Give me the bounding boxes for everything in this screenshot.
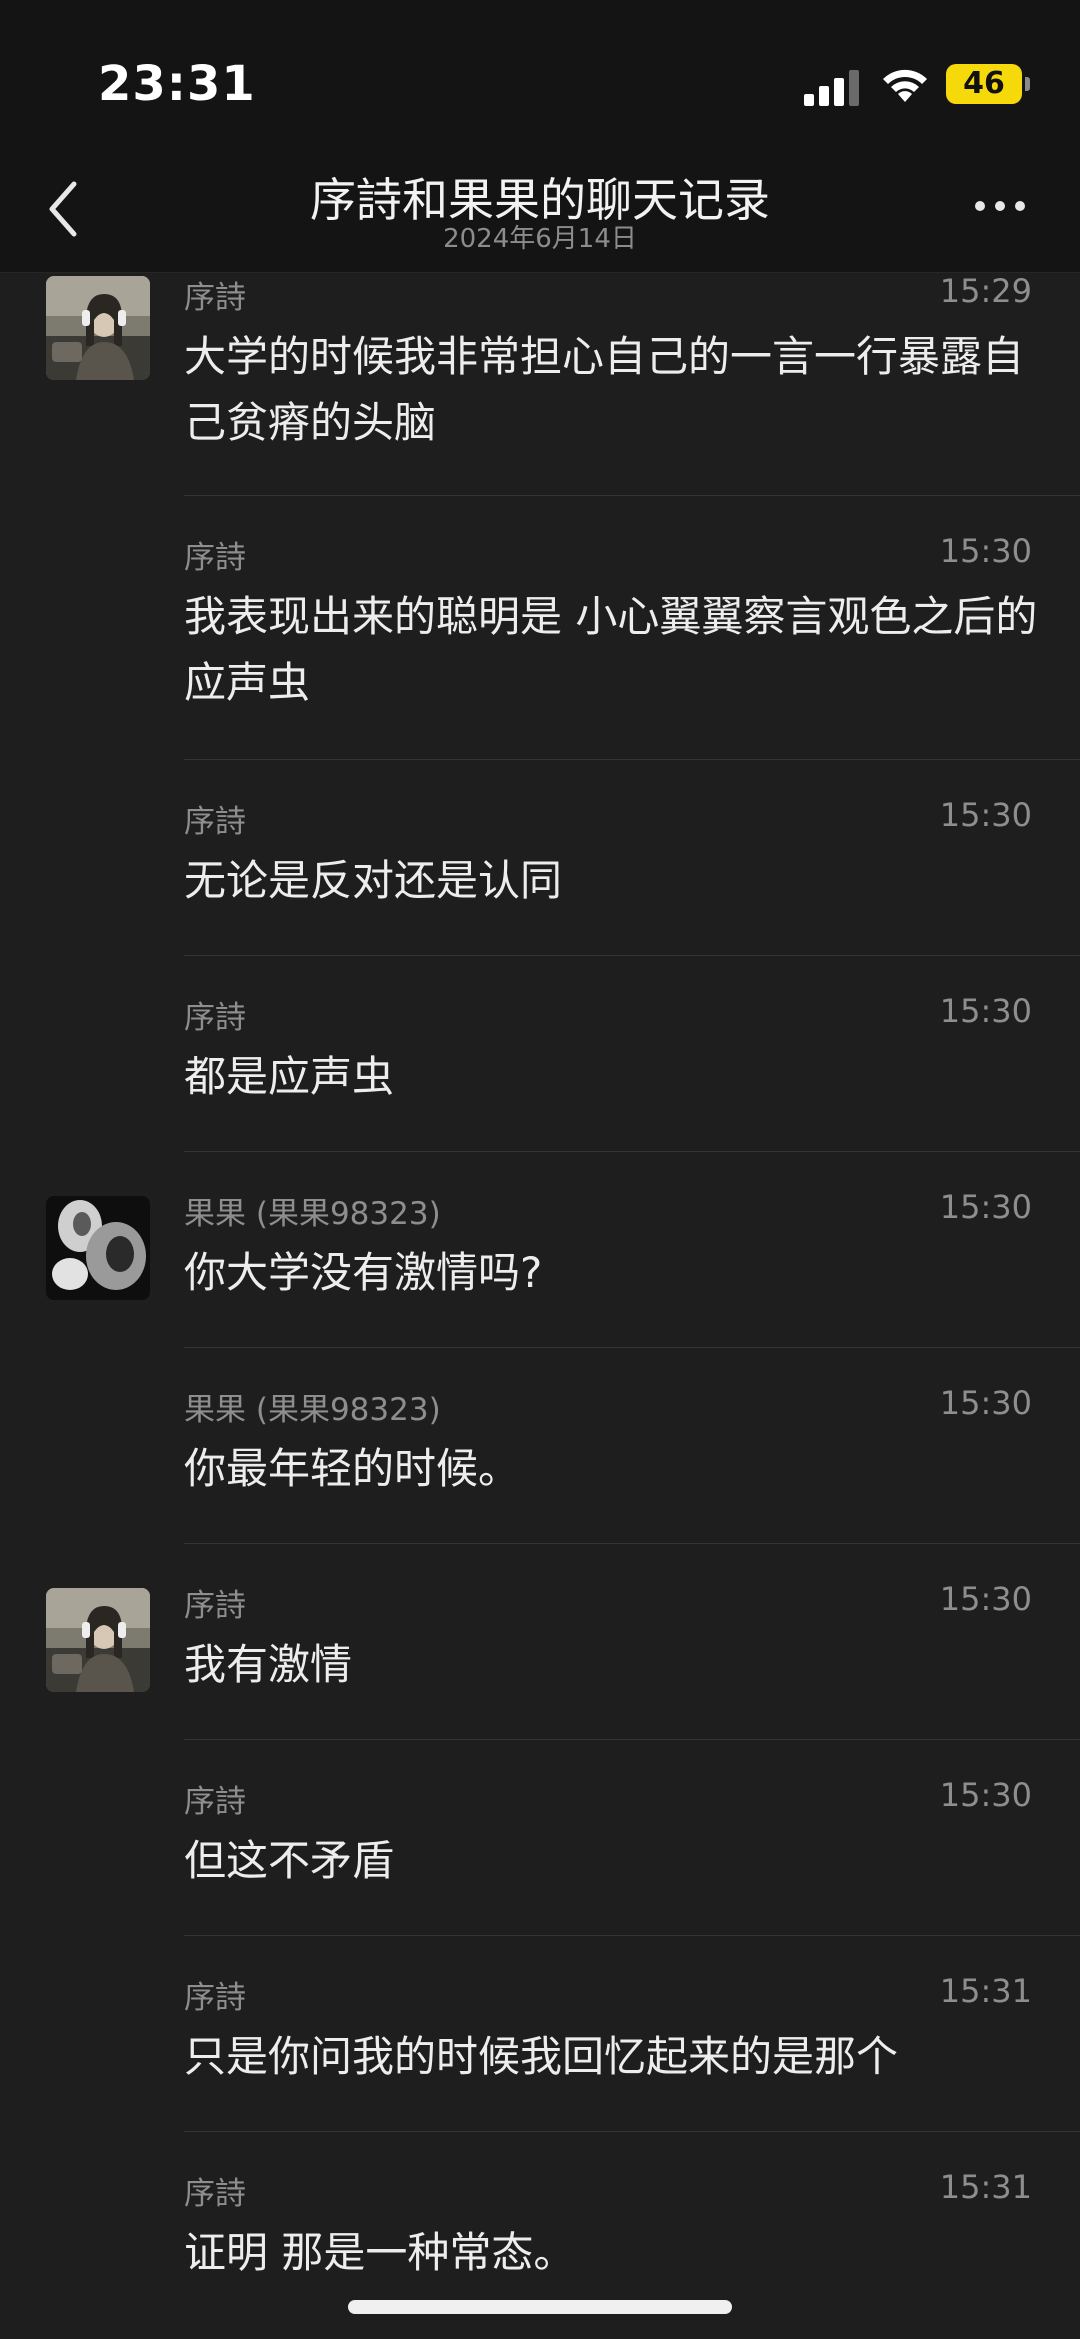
message-time: 15:29: [939, 272, 1032, 310]
message-text: 都是应声虫: [184, 1052, 395, 1101]
status-time: 23:31: [98, 56, 256, 112]
message-text: 大学的时候我非常担心自己的一言一行暴露自己贫瘠的头脑: [184, 332, 1025, 447]
message-sender: 果果 (果果98323): [184, 1196, 441, 1232]
message-time: 15:30: [939, 1384, 1032, 1422]
message-time: 15:30: [939, 1776, 1032, 1814]
chat-message[interactable]: 序詩 15:30 我有激情: [0, 1544, 1080, 1740]
message-sender: 序詩: [184, 1000, 246, 1036]
message-text: 但这不矛盾: [184, 1836, 395, 1885]
status-bar: 23:31 46: [0, 0, 1080, 160]
message-time: 15:30: [939, 1188, 1032, 1226]
message-text: 你大学没有激情吗?: [184, 1248, 543, 1297]
avatar-photo-xushi: [46, 276, 150, 380]
message-sender: 序詩: [184, 280, 246, 316]
chat-message[interactable]: 果果 (果果98323) 15:30 你最年轻的时候。: [0, 1348, 1080, 1544]
more-options-icon[interactable]: [972, 196, 1028, 216]
avatar[interactable]: [46, 1196, 150, 1300]
chat-history-list[interactable]: 序詩 15:29 大学的时候我非常担心自己的一言一行暴露自己贫瘠的头脑 序詩 1…: [0, 272, 1080, 2339]
chat-message[interactable]: 序詩 15:30 无论是反对还是认同: [0, 760, 1080, 956]
message-text: 无论是反对还是认同: [184, 856, 563, 905]
message-sender: 序詩: [184, 1588, 246, 1624]
chat-message[interactable]: 序詩 15:30 都是应声虫: [0, 956, 1080, 1152]
message-sender: 序詩: [184, 540, 246, 576]
message-text: 我表现出来的聪明是 小心翼翼察言观色之后的应声虫: [184, 592, 1038, 707]
avatar[interactable]: [46, 1588, 150, 1692]
page-subtitle-date: 2024年6月14日: [443, 224, 637, 254]
message-sender: 序詩: [184, 1784, 246, 1820]
message-time: 15:30: [939, 992, 1032, 1030]
avatar-photo-xushi: [46, 1588, 150, 1692]
message-time: 15:31: [939, 1972, 1032, 2010]
message-text: 我有激情: [184, 1640, 353, 1689]
chat-message[interactable]: 序詩 15:31 只是你问我的时候我回忆起来的是那个: [0, 1936, 1080, 2132]
message-time: 15:30: [939, 532, 1032, 570]
chat-message[interactable]: 序詩 15:31 证明 那是一种常态。: [0, 2132, 1080, 2328]
nav-bar: 序詩和果果的聊天记录 2024年6月14日: [0, 160, 1080, 273]
message-sender: 序詩: [184, 804, 246, 840]
message-text: 只是你问我的时候我回忆起来的是那个: [184, 2032, 899, 2081]
chat-message[interactable]: 序詩 15:29 大学的时候我非常担心自己的一言一行暴露自己贫瘠的头脑: [0, 272, 1080, 497]
wifi-icon: [883, 69, 927, 102]
message-sender: 序詩: [184, 1980, 246, 2016]
cellular-signal-icon: [804, 70, 859, 106]
home-indicator[interactable]: [348, 2300, 732, 2314]
message-sender: 序詩: [184, 2176, 246, 2212]
message-sender: 果果 (果果98323): [184, 1392, 441, 1428]
chat-message[interactable]: 序詩 15:30 我表现出来的聪明是 小心翼翼察言观色之后的应声虫: [0, 496, 1080, 760]
message-time: 15:30: [939, 796, 1032, 834]
chat-message[interactable]: 序詩 15:30 但这不矛盾: [0, 1740, 1080, 1936]
message-text: 证明 那是一种常态。: [184, 2228, 576, 2277]
chat-message[interactable]: 果果 (果果98323) 15:30 你大学没有激情吗?: [0, 1152, 1080, 1348]
avatar-photo-guoguo: [46, 1196, 150, 1300]
avatar[interactable]: [46, 276, 150, 380]
message-text: 你最年轻的时候。: [184, 1444, 521, 1493]
message-time: 15:31: [939, 2168, 1032, 2206]
battery-indicator: 46: [946, 64, 1030, 104]
message-time: 15:30: [939, 1580, 1032, 1618]
